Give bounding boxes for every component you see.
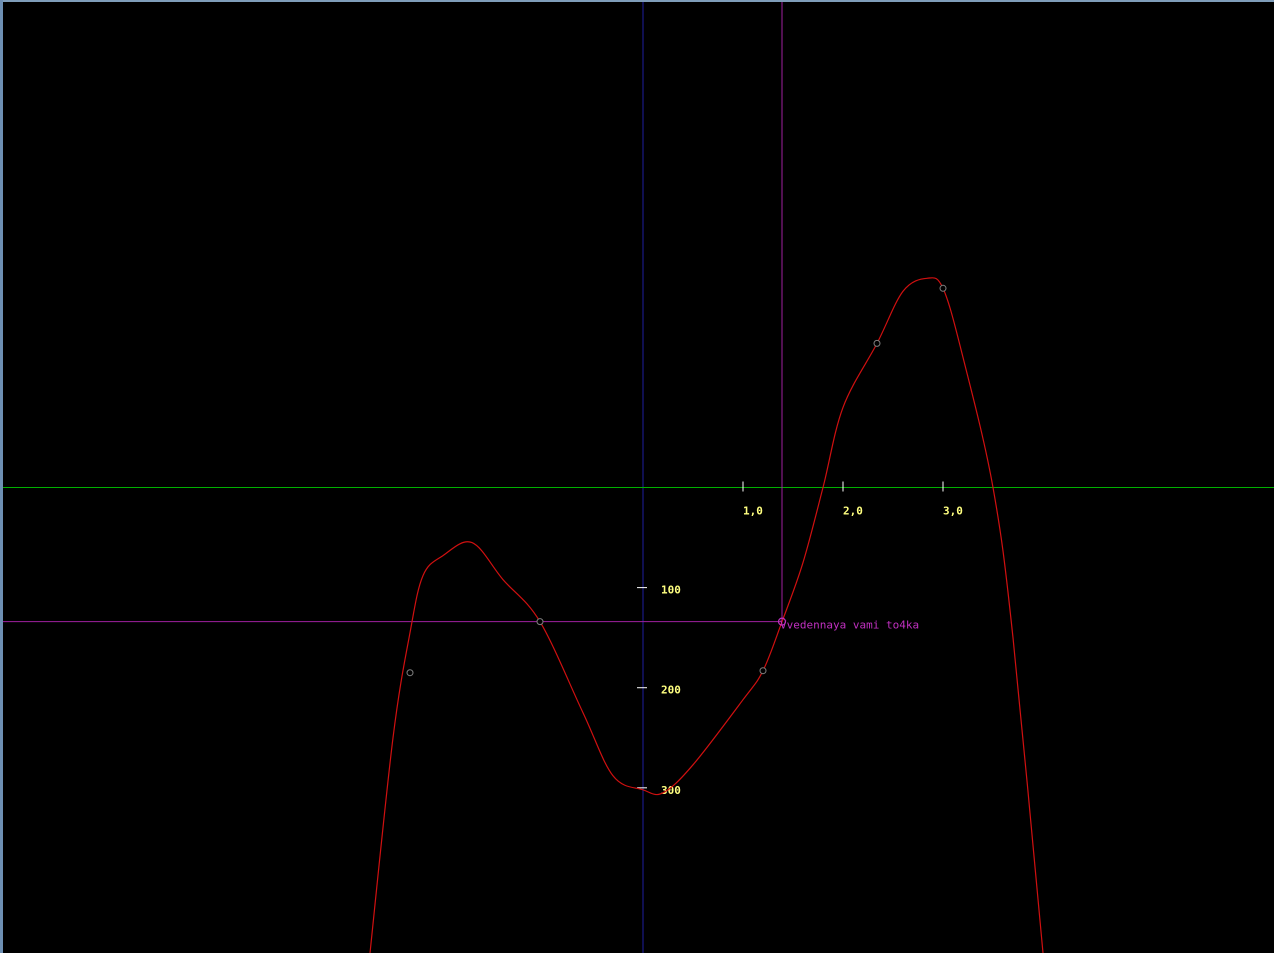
- sample-point-group: [406, 284, 947, 677]
- sample-point: [873, 339, 881, 347]
- x-tick-group: 1,0 2,0 3,0: [742, 481, 963, 518]
- function-curve-series: [369, 277, 1044, 953]
- y-tick-label: 300: [661, 784, 681, 797]
- window-frame-left: [0, 0, 3, 953]
- sample-point: [939, 284, 947, 292]
- x-tick-label: 2,0: [843, 505, 863, 518]
- x-tick-label: 3,0: [943, 505, 963, 518]
- sample-point: [759, 667, 767, 675]
- x-tick-label: 1,0: [743, 505, 763, 518]
- plot-window: 1,0 2,0 3,0 100 200 300 Vvedennaya vami to4k…: [0, 0, 1274, 953]
- window-frame-top: [0, 0, 1274, 2]
- y-tick-label: 200: [661, 684, 681, 697]
- y-tick-group: 100 200 300: [637, 584, 681, 797]
- sample-point: [406, 669, 414, 677]
- y-tick-label: 100: [661, 584, 681, 597]
- entered-point-label: Vvedennaya vami to4ka: [780, 619, 919, 632]
- sample-point: [536, 618, 544, 626]
- function-plot: 1,0 2,0 3,0 100 200 300 Vvedennaya vami to4k…: [0, 0, 1274, 953]
